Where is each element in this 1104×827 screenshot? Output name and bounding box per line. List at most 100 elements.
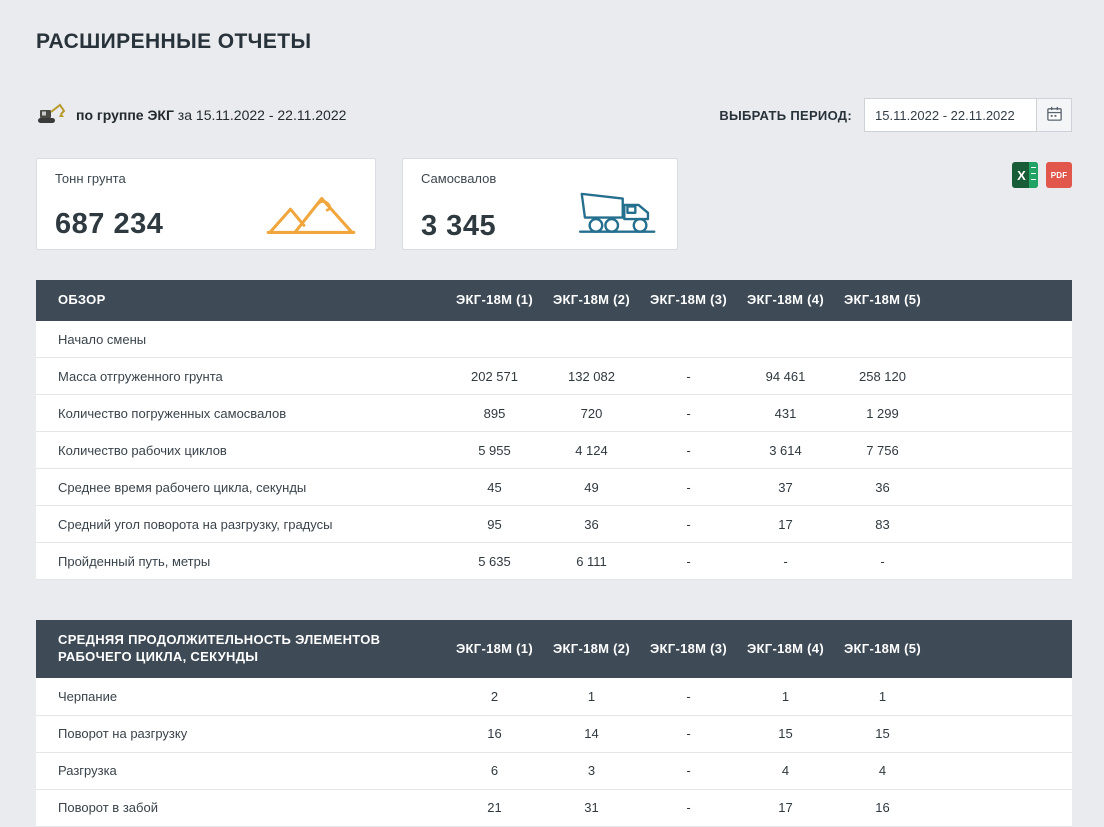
column-header: ЭКГ-18М (3) xyxy=(640,280,737,321)
cell-value: 36 xyxy=(834,469,931,506)
table-row: Количество погруженных самосвалов895720-… xyxy=(36,395,1072,432)
calendar-icon xyxy=(1046,105,1063,125)
table-title: СРЕДНЯЯ ПРОДОЛЖИТЕЛЬНОСТЬ ЭЛЕМЕНТОВ РАБО… xyxy=(36,620,446,678)
row-label: Количество рабочих циклов xyxy=(36,432,446,469)
cell-value: 3 614 xyxy=(737,432,834,469)
cell-value: 2 xyxy=(446,678,543,715)
filler-cell xyxy=(931,321,1072,358)
row-label: Количество погруженных самосвалов xyxy=(36,395,446,432)
cell-value: - xyxy=(640,469,737,506)
filler-cell xyxy=(931,358,1072,395)
cell-value: 720 xyxy=(543,395,640,432)
filler-cell xyxy=(931,752,1072,789)
stat-label: Тонн грунта xyxy=(55,171,357,186)
filler-header xyxy=(931,620,1072,678)
filler-cell xyxy=(931,395,1072,432)
cell-value: 258 120 xyxy=(834,358,931,395)
cell-value: 1 xyxy=(737,678,834,715)
cell-value: - xyxy=(640,395,737,432)
pdf-icon: PDF xyxy=(1046,162,1072,188)
cell-value: - xyxy=(640,715,737,752)
cell-value: 83 xyxy=(834,506,931,543)
cell-value: 21 xyxy=(446,789,543,826)
row-label: Черпание xyxy=(36,678,446,715)
column-header: ЭКГ-18М (1) xyxy=(446,280,543,321)
cell-value: 17 xyxy=(737,789,834,826)
stat-value: 3 345 xyxy=(421,210,496,243)
column-header: ЭКГ-18М (2) xyxy=(543,280,640,321)
stat-card-trucks: Самосвалов 3 345 xyxy=(402,158,678,250)
cell-value: 4 xyxy=(737,752,834,789)
row-label: Начало смены xyxy=(36,321,446,358)
cell-value: 7 756 xyxy=(834,432,931,469)
cell-value: 1 299 xyxy=(834,395,931,432)
cell-value: 31 xyxy=(543,789,640,826)
table-row: Пройденный путь, метры5 6356 111--- xyxy=(36,543,1072,580)
export-buttons: X PDF xyxy=(1012,158,1072,188)
filler-cell xyxy=(931,715,1072,752)
report-tables: ОБЗОРЭКГ-18М (1)ЭКГ-18М (2)ЭКГ-18М (3)ЭК… xyxy=(36,280,1072,827)
table-title: ОБЗОР xyxy=(36,280,446,321)
cell-value: - xyxy=(640,789,737,826)
row-label: Средний угол поворота на разгрузку, град… xyxy=(36,506,446,543)
filler-cell xyxy=(931,678,1072,715)
cell-value: 17 xyxy=(737,506,834,543)
subtitle-row: по группе ЭКГ за 15.11.2022 - 22.11.2022… xyxy=(36,98,1072,132)
table-row: Средний угол поворота на разгрузку, град… xyxy=(36,506,1072,543)
row-label: Разгрузка xyxy=(36,752,446,789)
cell-value: 1 xyxy=(543,678,640,715)
row-label: Поворот в забой xyxy=(36,789,446,826)
stat-card-tons: Тонн грунта 687 234 xyxy=(36,158,376,250)
cell-value: 16 xyxy=(446,715,543,752)
stat-value: 687 234 xyxy=(55,208,163,241)
cell-value: 49 xyxy=(543,469,640,506)
cell-value: 6 111 xyxy=(543,543,640,580)
cell-value xyxy=(737,321,834,358)
cell-value: 6 xyxy=(446,752,543,789)
cell-value: 895 xyxy=(446,395,543,432)
cell-value: 132 082 xyxy=(543,358,640,395)
row-label: Поворот на разгрузку xyxy=(36,715,446,752)
table-row: Разгрузка63-44 xyxy=(36,752,1072,789)
cell-value: - xyxy=(640,432,737,469)
cell-value: - xyxy=(834,543,931,580)
cell-value: - xyxy=(640,506,737,543)
filler-cell xyxy=(931,432,1072,469)
excavator-icon xyxy=(36,102,66,129)
export-xls-button[interactable]: X xyxy=(1012,162,1038,188)
subtitle-group: по группе ЭКГ xyxy=(76,107,174,123)
column-header: ЭКГ-18М (4) xyxy=(737,620,834,678)
cell-value: 3 xyxy=(543,752,640,789)
table-row: Начало смены xyxy=(36,321,1072,358)
cell-value: 15 xyxy=(737,715,834,752)
cell-value: - xyxy=(640,752,737,789)
cell-value xyxy=(543,321,640,358)
period-input[interactable] xyxy=(864,98,1036,132)
cell-value: - xyxy=(640,543,737,580)
row-label: Пройденный путь, метры xyxy=(36,543,446,580)
cell-value: - xyxy=(640,358,737,395)
reports-page: РАСШИРЕННЫЕ ОТЧЕТЫ по группе ЭКГ за 15.1… xyxy=(0,0,1104,827)
cell-value: 16 xyxy=(834,789,931,826)
cell-value: 431 xyxy=(737,395,834,432)
filler-header xyxy=(931,280,1072,321)
cell-value: 1 xyxy=(834,678,931,715)
period-picker: ВЫБРАТЬ ПЕРИОД: xyxy=(719,98,1072,132)
page-title: РАСШИРЕННЫЕ ОТЧЕТЫ xyxy=(36,30,1072,54)
filler-cell xyxy=(931,506,1072,543)
cell-value xyxy=(446,321,543,358)
table-row: Черпание21-11 xyxy=(36,678,1072,715)
filler-cell xyxy=(931,469,1072,506)
table-row: Среднее время рабочего цикла, секунды454… xyxy=(36,469,1072,506)
column-header: ЭКГ-18М (5) xyxy=(834,280,931,321)
cell-value: 5 635 xyxy=(446,543,543,580)
cell-value: 4 xyxy=(834,752,931,789)
cell-value: 94 461 xyxy=(737,358,834,395)
export-pdf-button[interactable]: PDF xyxy=(1046,162,1072,188)
stat-label: Самосвалов xyxy=(421,171,659,186)
stats-row: Тонн грунта 687 234 Самосвалов 3 345 xyxy=(36,158,1072,250)
cell-value: - xyxy=(640,678,737,715)
calendar-button[interactable] xyxy=(1036,98,1072,132)
cell-value: 95 xyxy=(446,506,543,543)
column-header: ЭКГ-18М (2) xyxy=(543,620,640,678)
